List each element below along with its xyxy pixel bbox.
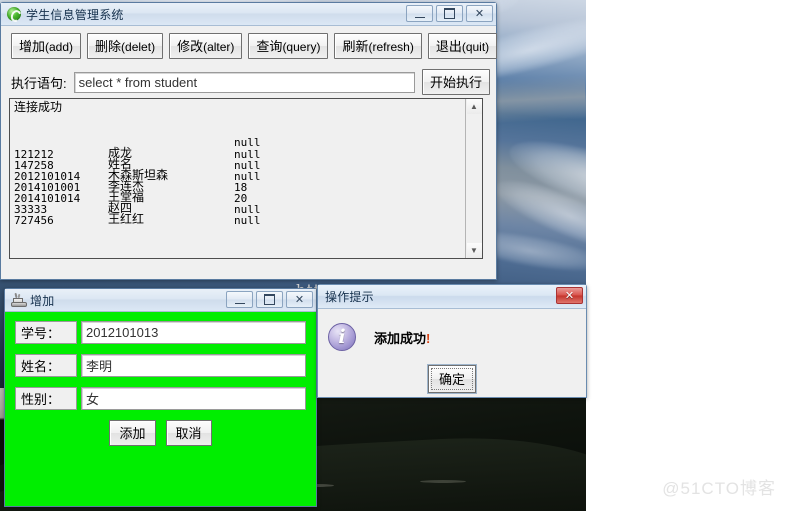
student-name-input[interactable]: 李明: [81, 354, 306, 377]
add-button-label-en: (add): [45, 40, 74, 54]
main-window-controls: ✕: [406, 5, 493, 22]
wallpaper-speck: [420, 480, 466, 483]
main-window: 学生信息管理系统 ✕ 增加(add) 删除(delet) 修改(alter) 查…: [0, 2, 498, 299]
screen-root: 学生信息管理系统 ✕ 增加(add) 删除(delet) 修改(alter) 查…: [0, 0, 786, 511]
add-button-label-cn: 增加: [19, 39, 46, 54]
result-status-line: 连接成功: [14, 100, 63, 114]
result-name: 王红红: [108, 212, 145, 226]
student-gender-row: 性别： 女: [15, 387, 306, 410]
submit-add-button[interactable]: 添加: [109, 420, 156, 446]
student-gender-label: 性别：: [15, 387, 77, 410]
result-value: null: [234, 214, 261, 227]
main-window-titlebar[interactable]: 学生信息管理系统 ✕: [1, 3, 496, 26]
alter-button-label-en: (alter): [203, 40, 235, 54]
student-name-label: 姓名：: [15, 354, 77, 377]
query-button-label-en: (query): [282, 40, 321, 54]
cancel-button[interactable]: 取消: [165, 420, 212, 446]
result-vertical-scrollbar[interactable]: ▲ ▼: [465, 99, 482, 258]
maximize-button[interactable]: [436, 5, 463, 22]
message-text-exclamation: !: [426, 330, 431, 346]
run-button[interactable]: 开始执行: [421, 69, 490, 95]
message-dialog-title: 操作提示: [325, 290, 374, 304]
message-dialog-buttons: 确定: [318, 365, 586, 393]
student-name-row: 姓名： 李明: [15, 354, 306, 377]
quit-button-label-en: (quit): [461, 40, 490, 54]
quit-button-label-cn: 退出: [435, 39, 462, 54]
message-dialog-body: i 添加成功! 确定: [318, 309, 586, 397]
message-text-body: 添加成功: [374, 330, 427, 346]
add-dialog-titlebar[interactable]: 增加 ✕: [5, 289, 316, 312]
delete-button[interactable]: 删除(delet): [87, 33, 164, 59]
close-button[interactable]: ✕: [556, 287, 583, 304]
ok-button[interactable]: 确定: [427, 365, 476, 393]
refresh-button[interactable]: 刷新(refresh): [334, 33, 422, 59]
message-text: 添加成功!: [374, 328, 430, 347]
message-dialog-controls: ✕: [556, 287, 583, 304]
close-button[interactable]: ✕: [466, 5, 493, 22]
main-toolbar: 增加(add) 删除(delet) 修改(alter) 查询(query) 刷新…: [1, 26, 498, 65]
minimize-button[interactable]: [226, 291, 253, 308]
student-id-row: 学号： 2012101013: [15, 321, 306, 344]
sql-input[interactable]: select * from student: [73, 71, 415, 93]
result-panel: 连接成功 null 121212 成龙 null 147258 姓名 null …: [9, 98, 483, 259]
result-text-area[interactable]: 连接成功 null 121212 成龙 null 147258 姓名 null …: [10, 99, 465, 258]
alter-button-label-cn: 修改: [177, 39, 204, 54]
add-dialog-controls: ✕: [226, 291, 313, 308]
close-button[interactable]: ✕: [286, 291, 313, 308]
message-dialog-titlebar[interactable]: 操作提示 ✕: [318, 285, 586, 309]
alter-button[interactable]: 修改(alter): [169, 33, 243, 59]
add-button[interactable]: 增加(add): [11, 33, 82, 59]
cto-watermark: @51CTO博客: [662, 479, 776, 498]
query-button-label-cn: 查询: [256, 39, 283, 54]
refresh-button-label-en: (refresh): [368, 40, 414, 54]
message-dialog: 操作提示 ✕ i 添加成功! 确定: [317, 284, 587, 398]
result-id: 727456: [14, 214, 54, 227]
student-id-label: 学号：: [15, 321, 77, 344]
delete-button-label-en: (delet): [121, 40, 156, 54]
query-button[interactable]: 查询(query): [248, 33, 329, 59]
minimize-button[interactable]: [406, 5, 433, 22]
sql-row: 执行语句: select * from student 开始执行: [1, 65, 496, 99]
app-green-swirl-icon: [7, 7, 21, 21]
add-dialog-body: 学号： 2012101013 姓名： 李明 性别： 女 添加 取消: [5, 312, 316, 506]
quit-button[interactable]: 退出(quit): [427, 33, 498, 59]
add-dialog: 增加 ✕ 学号： 2012101013 姓名： 李明 性别： 女 添加 取消: [4, 288, 317, 507]
student-id-input[interactable]: 2012101013: [81, 321, 306, 344]
message-row: i 添加成功!: [318, 309, 586, 351]
scroll-up-arrow-icon[interactable]: ▲: [466, 99, 482, 114]
refresh-button-label-cn: 刷新: [342, 39, 369, 54]
scroll-down-arrow-icon[interactable]: ▼: [466, 243, 482, 258]
student-gender-input[interactable]: 女: [81, 387, 306, 410]
main-window-body: 增加(add) 删除(delet) 修改(alter) 查询(query) 刷新…: [1, 26, 498, 299]
maximize-button[interactable]: [256, 291, 283, 308]
java-coffee-cup-icon: [11, 292, 27, 307]
main-window-title: 学生信息管理系统: [26, 7, 124, 22]
delete-button-label-cn: 删除: [95, 39, 122, 54]
add-dialog-buttons: 添加 取消: [15, 420, 306, 446]
add-dialog-title: 增加: [30, 293, 55, 308]
sql-label: 执行语句:: [11, 75, 67, 91]
info-icon: i: [328, 323, 356, 351]
